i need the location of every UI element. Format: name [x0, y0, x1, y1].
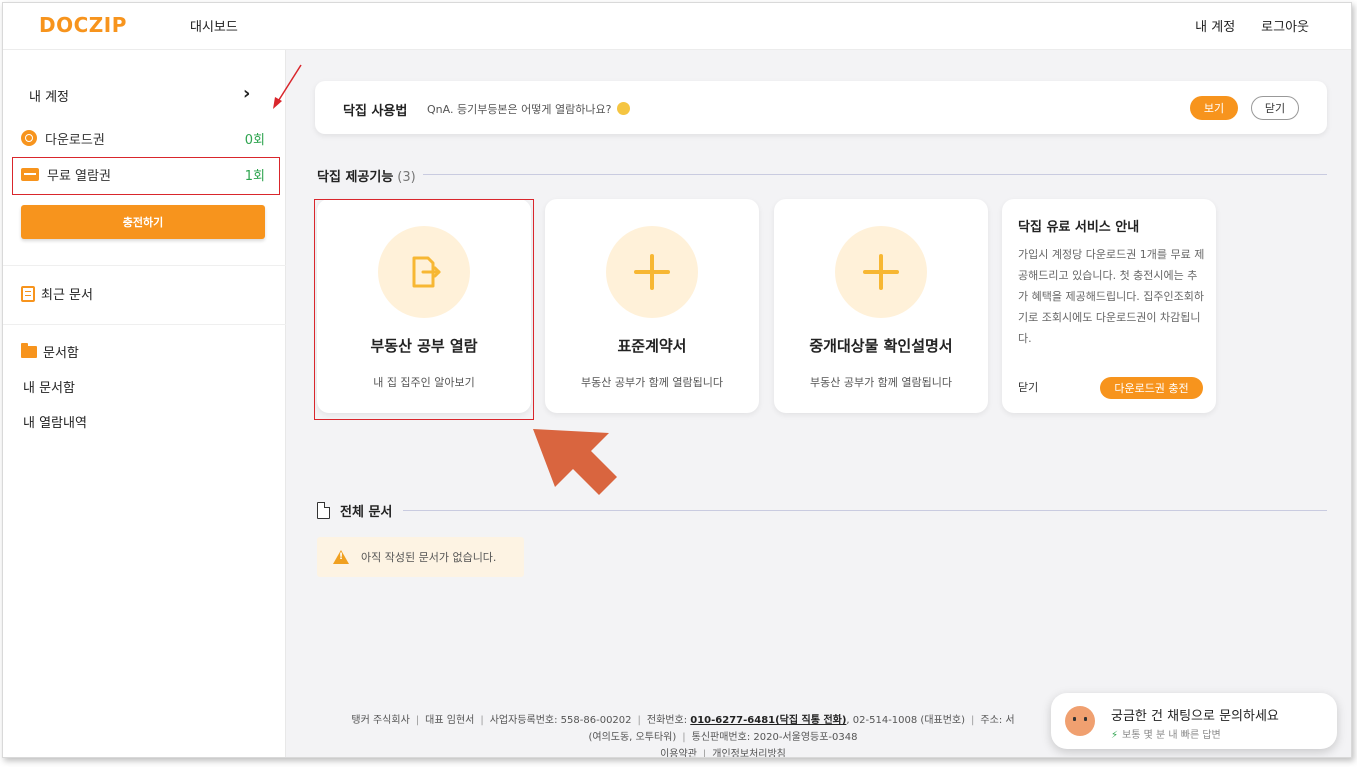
- footer-line-3: 이용약관 | 개인정보처리방침: [660, 749, 786, 758]
- my-account-link[interactable]: 내 계정: [1195, 16, 1235, 35]
- empty-documents-text: 아직 작성된 문서가 없습니다.: [361, 551, 497, 564]
- document-box-label: 문서함: [43, 346, 79, 361]
- info-card-body: 가입시 계정당 다운로드권 1개를 무료 제공해드리고 있습니다. 첫 충전시에…: [1018, 248, 1205, 345]
- top-header: DOCZIP 대시보드 내 계정 로그아웃: [3, 3, 1351, 50]
- coin-icon: [21, 130, 37, 146]
- footer: 탱커 주식회사 | 대표 임현서 | 사업자등록번호: 558-86-00202 | 전화번…: [303, 712, 1063, 758]
- chat-title: 궁금한 건 채팅으로 문의하세요: [1111, 709, 1279, 724]
- close-button[interactable]: 닫기: [1251, 96, 1299, 120]
- document-list-icon: [21, 285, 35, 302]
- chat-widget[interactable]: 궁금한 건 채팅으로 문의하세요 ⚡ 보통 몇 분 내 빠른 답변: [1051, 693, 1337, 749]
- paid-service-info-card: 닥집 유료 서비스 안내 가입시 계정당 다운로드권 1개를 무료 제공해드리고…: [1002, 199, 1216, 413]
- usage-qna-label: QnA. 등기부등본은 어떻게 열람하나요?: [427, 103, 612, 116]
- usage-guide-banner: 닥집 사용법 QnA. 등기부등본은 어떻게 열람하나요? 보기 닫기: [315, 81, 1327, 134]
- plus-icon: [634, 254, 670, 290]
- nav-dashboard-link[interactable]: 대시보드: [190, 16, 238, 35]
- annotation-big-arrow-icon: [533, 429, 617, 495]
- info-card-title: 닥집 유료 서비스 안내: [1018, 220, 1140, 235]
- sidebar-account-label[interactable]: 내 계정: [29, 86, 69, 105]
- thinking-emoji-icon: [616, 102, 630, 115]
- footer-terms-link[interactable]: 이용약관: [660, 749, 697, 757]
- footer-line-1: 탱커 주식회사 | 대표 임현서 | 사업자등록번호: 558-86-00202 | 전화번…: [351, 715, 1015, 726]
- footer-mail-order: 통신판매번호: 2020-서울영등포-0348: [691, 732, 858, 743]
- sidebar-item-my-document-box[interactable]: 내 문서함: [23, 377, 75, 396]
- highlight-box-feature-card: [314, 199, 534, 420]
- empty-documents-notice: 아직 작성된 문서가 없습니다.: [317, 537, 524, 577]
- sidebar-item-my-view-history[interactable]: 내 열람내역: [23, 412, 87, 431]
- annotation-arrow-icon: [273, 64, 302, 109]
- feature-card-subtitle: 부동산 공부가 함께 열람됩니다: [580, 376, 724, 389]
- footer-address-detail: (여의도동, 오투타워): [588, 732, 677, 743]
- feature-card-brokerage-confirmation[interactable]: 중개대상물 확인설명서 부동산 공부가 함께 열람됩니다: [774, 199, 988, 413]
- footer-phone-rep: , 02-514-1008 (대표번호): [846, 715, 966, 726]
- recent-documents-section[interactable]: 최근 문서: [21, 284, 93, 303]
- footer-address: 주소: 서: [980, 715, 1015, 726]
- all-documents-label: 전체 문서: [340, 505, 393, 520]
- usage-guide-title: 닥집 사용법: [343, 104, 408, 119]
- features-title-text: 닥집 제공기능: [317, 170, 394, 185]
- sidebar-divider: [3, 265, 286, 266]
- features-count: (3): [397, 170, 416, 185]
- charge-button[interactable]: 충전하기: [21, 205, 265, 239]
- lightning-icon: ⚡: [1111, 730, 1119, 741]
- document-box-section[interactable]: 문서함: [21, 342, 79, 361]
- feature-card-subtitle: 부동산 공부가 함께 열람됩니다: [809, 376, 953, 389]
- plus-icon: [863, 254, 899, 290]
- file-icon: [317, 502, 330, 519]
- info-card-close-button[interactable]: 닫기: [1018, 379, 1038, 395]
- download-ticket-row: 다운로드권 0회: [21, 126, 265, 150]
- footer-company: 탱커 주식회사: [351, 715, 410, 726]
- features-section-title: 닥집 제공기능 (3): [317, 166, 416, 185]
- download-ticket-count: 0회: [244, 132, 265, 148]
- feature-card-icon-circle: [835, 226, 927, 318]
- footer-phone-main[interactable]: 010-6277-6481(닥집 직통 전화): [690, 715, 846, 726]
- chat-subtitle: 보통 몇 분 내 빠른 답변: [1122, 730, 1221, 741]
- folder-icon: [21, 342, 37, 358]
- sidebar: 내 계정 › 다운로드권 0회 무료 열람권 1회 충전하기 최근 문서 문서함…: [3, 50, 286, 757]
- footer-privacy-link[interactable]: 개인정보처리방침: [712, 749, 786, 757]
- section-divider: [423, 174, 1327, 175]
- usage-qna-text[interactable]: QnA. 등기부등본은 어떻게 열람하나요?: [427, 101, 630, 117]
- footer-phone-label: 전화번호:: [646, 715, 688, 726]
- feature-card-icon-circle: [606, 226, 698, 318]
- footer-ceo: 대표 임현서: [425, 715, 475, 726]
- section-divider: [403, 510, 1327, 511]
- chevron-right-icon[interactable]: ›: [243, 83, 250, 104]
- chat-subtitle-row: ⚡ 보통 몇 분 내 빠른 답변: [1111, 726, 1221, 741]
- doczip-logo[interactable]: DOCZIP: [39, 13, 127, 37]
- download-ticket-label: 다운로드권: [45, 132, 105, 148]
- logout-link[interactable]: 로그아웃: [1261, 16, 1309, 35]
- feature-card-title: 표준계약서: [617, 337, 687, 355]
- highlight-box-free-ticket: [12, 157, 280, 195]
- all-documents-title: 전체 문서: [317, 501, 392, 520]
- footer-line-2: (여의도동, 오투타워) | 통신판매번호: 2020-서울영등포-0348: [588, 732, 858, 743]
- sidebar-divider: [3, 324, 286, 325]
- warning-icon: [333, 550, 349, 564]
- footer-biz-no: 사업자등록번호: 558-86-00202: [489, 715, 632, 726]
- recent-documents-label: 최근 문서: [41, 288, 93, 303]
- app-window: DOCZIP 대시보드 내 계정 로그아웃 내 계정 › 다운로드권 0회 무료…: [2, 2, 1352, 758]
- chat-mascot-icon: [1065, 706, 1095, 736]
- feature-card-title: 중개대상물 확인설명서: [809, 337, 953, 355]
- download-ticket-charge-button[interactable]: 다운로드권 충전: [1100, 377, 1203, 399]
- feature-card-standard-contract[interactable]: 표준계약서 부동산 공부가 함께 열람됩니다: [545, 199, 759, 413]
- header-right-nav: 내 계정 로그아웃: [1195, 16, 1309, 35]
- view-button[interactable]: 보기: [1190, 96, 1238, 120]
